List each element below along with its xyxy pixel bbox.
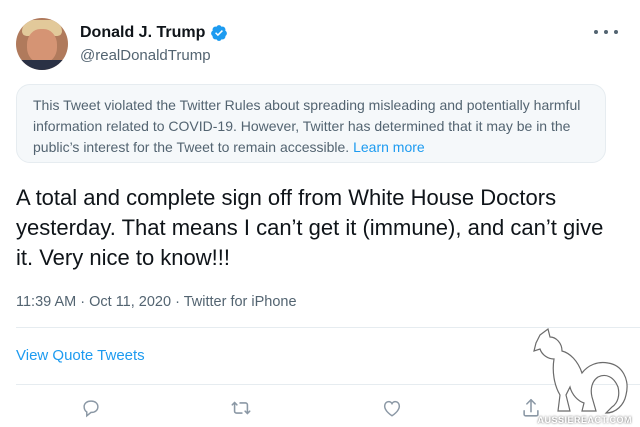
kangaroo-logo-icon	[533, 327, 628, 414]
author-handle[interactable]: @realDonaldTrump	[80, 47, 211, 64]
watermark-text: AUSSIEREACT.COM	[537, 415, 632, 425]
tweet-time[interactable]: 11:39 AM	[16, 294, 76, 310]
notice-text: This Tweet violated the Twitter Rules ab…	[33, 97, 581, 155]
author-display-name[interactable]: Donald J. Trump	[80, 24, 205, 42]
tweet-text: A total and complete sign off from White…	[16, 185, 604, 270]
author-name-row: Donald J. Trump	[80, 24, 228, 42]
tweet-source[interactable]: Twitter for iPhone	[184, 294, 297, 310]
verified-badge-icon	[211, 25, 228, 41]
reply-icon[interactable]	[80, 397, 102, 419]
like-icon[interactable]	[381, 397, 403, 419]
avatar[interactable]	[16, 18, 68, 70]
retweet-icon[interactable]	[230, 397, 252, 419]
tweet-date[interactable]: Oct 11, 2020	[89, 294, 171, 310]
more-dot	[604, 30, 608, 34]
meta-separator: ·	[80, 294, 86, 310]
more-dot	[614, 30, 618, 34]
tweet-meta: 11:39 AM · Oct 11, 2020 · Twitter for iP…	[16, 294, 297, 310]
learn-more-link[interactable]: Learn more	[353, 139, 425, 155]
meta-separator: ·	[175, 294, 180, 310]
tweet-card: Donald J. Trump @realDonaldTrump This Tw…	[0, 0, 640, 427]
rules-violation-notice: This Tweet violated the Twitter Rules ab…	[16, 84, 606, 163]
avatar-suit	[16, 60, 68, 70]
more-dot	[594, 30, 598, 34]
avatar-face	[27, 29, 57, 63]
more-options-icon[interactable]	[594, 24, 618, 40]
view-quote-tweets-link[interactable]: View Quote Tweets	[16, 347, 145, 364]
